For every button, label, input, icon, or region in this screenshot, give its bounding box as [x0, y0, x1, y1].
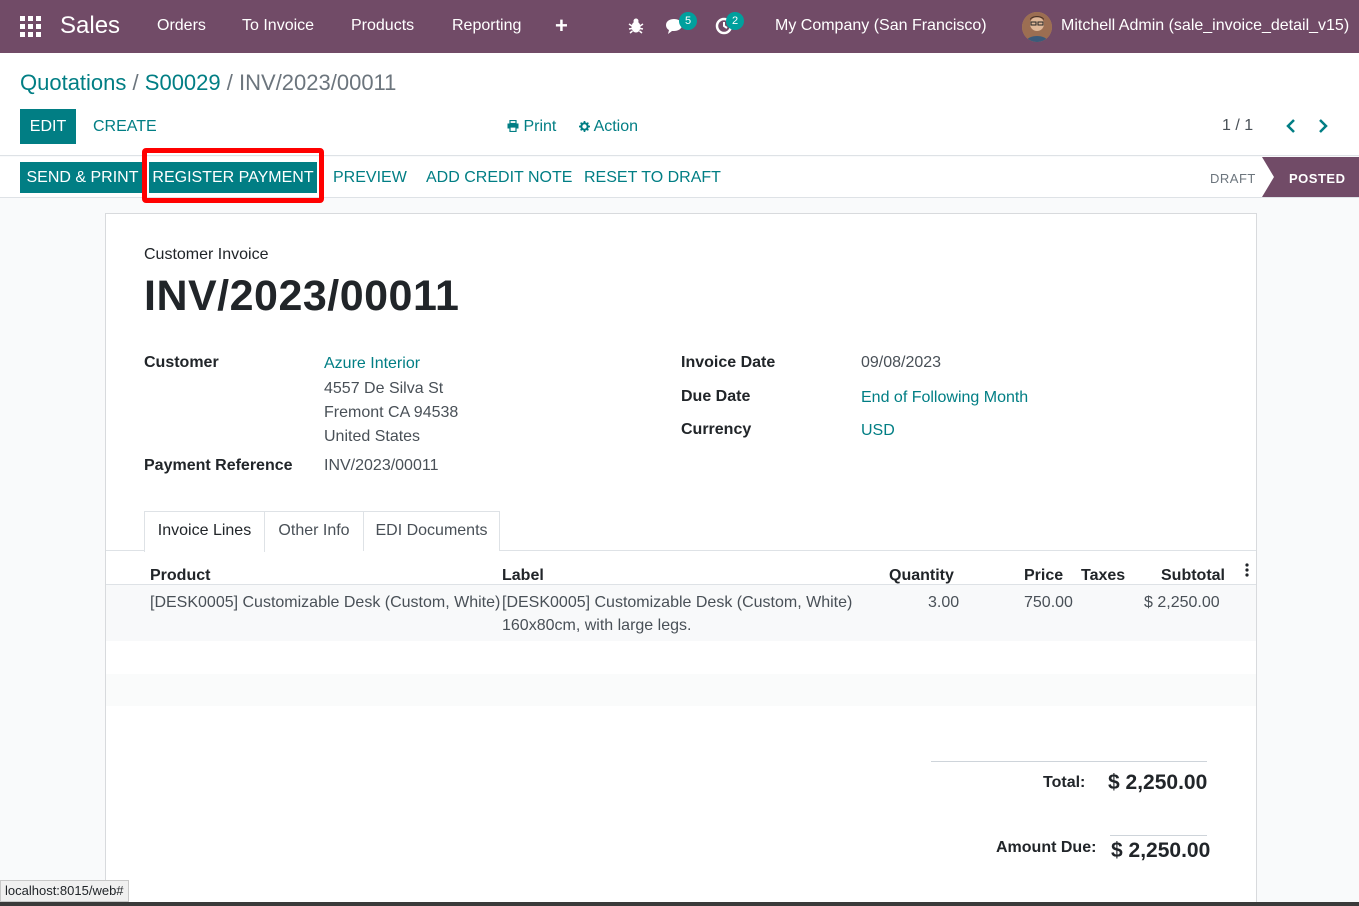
amount-due-divider: [1110, 835, 1207, 836]
cell-subtotal: $ 2,250.00: [1144, 594, 1220, 611]
customer-link[interactable]: Azure Interior: [324, 355, 420, 373]
stage-posted-label: POSTED: [1289, 171, 1346, 186]
invoice-number-title: INV/2023/00011: [144, 272, 460, 320]
pager-next-chevron-right-icon[interactable]: [1313, 115, 1333, 137]
menu-orders[interactable]: Orders: [157, 17, 206, 35]
due-date-value[interactable]: End of Following Month: [861, 389, 1028, 407]
user-avatar[interactable]: [1022, 12, 1052, 42]
amount-due-value: $ 2,250.00: [1111, 839, 1211, 862]
notebook-tabs: Invoice Lines Other Info EDI Documents: [106, 511, 1256, 552]
customer-label: Customer: [144, 354, 219, 371]
breadcrumb-separator: /: [132, 70, 139, 95]
highlight-annotation-box: [142, 148, 324, 203]
column-header-price[interactable]: Price: [1024, 567, 1063, 585]
gear-icon: [579, 121, 590, 132]
breadcrumb-sale-order[interactable]: S00029: [145, 70, 221, 95]
tab-edi-documents[interactable]: EDI Documents: [363, 511, 500, 551]
cell-label-line1: [DESK0005] Customizable Desk (Custom, Wh…: [502, 594, 853, 611]
total-label: Total:: [1043, 774, 1086, 791]
invoice-date-value: 09/08/2023: [861, 354, 942, 371]
totals-divider: [931, 761, 1207, 762]
cell-label-line2: 160x80cm, with large legs.: [502, 617, 692, 634]
reset-to-draft-button[interactable]: RESET TO DRAFT: [584, 169, 721, 187]
top-navbar: Sales Orders To Invoice Products Reporti…: [0, 0, 1359, 53]
pager-value[interactable]: 1 / 1: [1222, 117, 1253, 135]
action-label: Action: [593, 118, 639, 135]
document-type: Customer Invoice: [144, 246, 269, 263]
cell-price: 750.00: [1024, 594, 1073, 611]
breadcrumb-quotations[interactable]: Quotations: [20, 70, 126, 95]
customer-address-line3: United States: [324, 428, 421, 445]
column-header-subtotal[interactable]: Subtotal: [1161, 567, 1225, 585]
send-print-button[interactable]: SEND & PRINT: [20, 162, 145, 193]
browser-status-url: localhost:8015/web#: [0, 880, 129, 902]
control-panel: Quotations / S00029 / INV/2023/00011 EDI…: [0, 53, 1359, 156]
column-header-label[interactable]: Label: [502, 567, 544, 585]
edit-button[interactable]: EDIT: [20, 109, 76, 144]
pager-previous-chevron-left-icon[interactable]: [1281, 115, 1301, 137]
menu-to-invoice[interactable]: To Invoice: [242, 17, 314, 35]
add-credit-note-button[interactable]: ADD CREDIT NOTE: [426, 169, 572, 187]
quick-create-plus-icon[interactable]: +: [555, 13, 568, 39]
messages-badge: 5: [679, 12, 697, 30]
print-label: Print: [523, 118, 557, 135]
payment-reference-value: INV/2023/00011: [324, 457, 439, 474]
tab-invoice-lines[interactable]: Invoice Lines: [144, 511, 265, 552]
invoice-sheet: Customer Invoice INV/2023/00011 Customer…: [105, 213, 1257, 906]
print-icon: [507, 119, 519, 133]
company-switcher[interactable]: My Company (San Francisco): [775, 17, 987, 35]
create-button[interactable]: CREATE: [93, 118, 157, 136]
column-header-quantity[interactable]: Quantity: [889, 567, 954, 585]
optional-columns-kebab-icon[interactable]: [1244, 562, 1250, 578]
breadcrumb-current: INV/2023/00011: [239, 70, 397, 95]
debug-bug-icon[interactable]: [626, 16, 646, 36]
total-value: $ 2,250.00: [1108, 771, 1208, 794]
print-dropdown[interactable]: Print: [507, 118, 556, 136]
apps-grid-icon[interactable]: [20, 16, 41, 37]
tab-other-info[interactable]: Other Info: [264, 511, 364, 551]
stage-draft: DRAFT: [1210, 171, 1256, 186]
currency-value[interactable]: USD: [861, 422, 895, 440]
currency-label: Currency: [681, 421, 752, 438]
customer-address-line1: 4557 De Silva St: [324, 380, 444, 397]
bottom-strip: [0, 902, 1359, 906]
empty-table-row: [106, 674, 1256, 706]
menu-products[interactable]: Products: [351, 17, 414, 35]
amount-due-label: Amount Due:: [996, 839, 1097, 856]
cell-product: [DESK0005] Customizable Desk (Custom, Wh…: [150, 594, 501, 611]
payment-reference-label: Payment Reference: [144, 457, 293, 474]
column-header-taxes[interactable]: Taxes: [1081, 567, 1125, 585]
invoice-date-label: Invoice Date: [681, 354, 776, 371]
preview-button[interactable]: PREVIEW: [333, 169, 407, 187]
customer-address-line2: Fremont CA 94538: [324, 404, 459, 421]
user-menu[interactable]: Mitchell Admin (sale_invoice_detail_v15): [1061, 17, 1349, 35]
stage-posted: POSTED: [1262, 157, 1359, 197]
menu-reporting[interactable]: Reporting: [452, 17, 521, 35]
cell-quantity: 3.00: [928, 594, 960, 611]
column-header-product[interactable]: Product: [150, 567, 210, 585]
breadcrumb: Quotations / S00029 / INV/2023/00011: [20, 70, 396, 96]
breadcrumb-separator: /: [226, 70, 233, 95]
activities-badge: 2: [726, 12, 744, 30]
app-name[interactable]: Sales: [60, 12, 120, 40]
action-dropdown[interactable]: Action: [579, 118, 638, 136]
due-date-label: Due Date: [681, 388, 751, 405]
